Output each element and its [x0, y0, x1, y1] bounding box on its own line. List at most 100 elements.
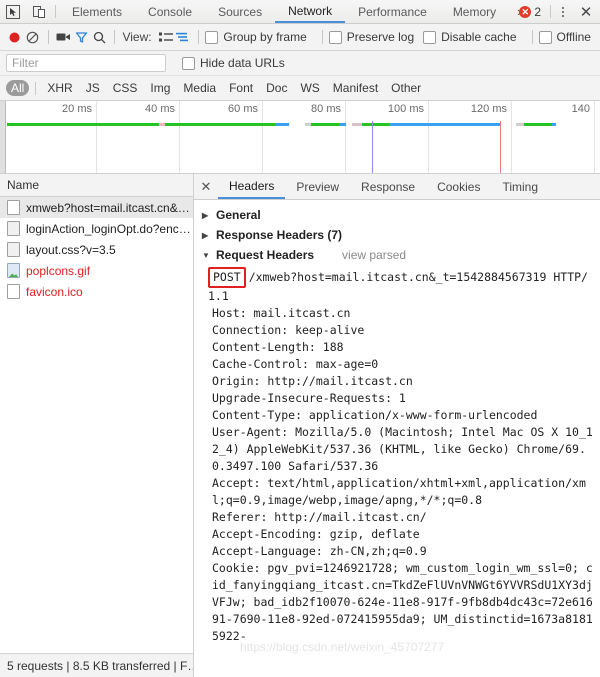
search-input[interactable]: Filter: [6, 54, 166, 72]
tab-label: Sources: [218, 5, 262, 19]
overview-gridline: [262, 101, 263, 173]
close-details-icon[interactable]: ✕: [194, 174, 218, 199]
toolbar-divider-2: [114, 30, 115, 44]
filter-row: Filter Hide data URLs: [0, 51, 600, 76]
overview-gridline: [345, 101, 346, 173]
request-name: layout.css?v=3.5: [26, 243, 116, 257]
type-filter-media[interactable]: Media: [178, 80, 221, 96]
toolbar-divider-1: [48, 30, 49, 44]
inspect-cursor-icon[interactable]: [0, 0, 26, 23]
search-icon[interactable]: [91, 25, 109, 49]
type-filter-other[interactable]: Other: [386, 80, 426, 96]
type-filter-divider: [35, 82, 36, 95]
preserve-log-checkbox[interactable]: Preserve log: [329, 30, 414, 44]
record-icon[interactable]: [6, 25, 24, 49]
tab-headers[interactable]: Headers: [218, 174, 285, 199]
toolbar-divider-3: [198, 30, 199, 44]
view-parsed-link[interactable]: view parsed: [342, 248, 406, 262]
tabstrip-divider-2: [550, 5, 551, 18]
type-filter-img[interactable]: Img: [145, 80, 175, 96]
chevron-right-icon: ▶: [202, 231, 210, 240]
device-toolbar-icon[interactable]: [26, 0, 52, 23]
overview-request-bar: [362, 123, 389, 126]
type-filter-manifest[interactable]: Manifest: [328, 80, 383, 96]
section-title: General: [216, 208, 261, 222]
overview-request-bar: [165, 123, 275, 126]
tab-console[interactable]: Console: [135, 0, 205, 23]
overview-request-bar: [389, 123, 501, 126]
chevron-down-icon: ▼: [202, 251, 210, 260]
type-filter-ws[interactable]: WS: [295, 80, 324, 96]
offline-checkbox[interactable]: Offline: [539, 30, 591, 44]
type-filter-css[interactable]: CSS: [108, 80, 143, 96]
clear-icon[interactable]: [24, 25, 42, 49]
devtools-window: Elements Console Sources Network Perform…: [0, 0, 600, 677]
overview-event-line: [500, 121, 501, 173]
capture-screenshots-icon[interactable]: [55, 25, 73, 49]
tab-label: Elements: [72, 5, 122, 19]
overview-tick-label: 80 ms: [311, 103, 345, 115]
overview-request-bar: [352, 123, 362, 126]
checkbox-label: Offline: [557, 30, 591, 44]
tab-preview[interactable]: Preview: [285, 174, 350, 199]
tab-performance[interactable]: Performance: [345, 0, 440, 23]
overview-gridline: [179, 101, 180, 173]
waterfall-view-icon[interactable]: [174, 25, 192, 49]
request-name: xmweb?host=mail.itcast.cn&…: [26, 201, 190, 215]
type-filter-all[interactable]: All: [6, 80, 29, 96]
section-request-headers[interactable]: ▼ Request Headers view parsed: [194, 245, 600, 265]
request-list-pane: Name xmweb?host=mail.itcast.cn&… loginAc…: [0, 174, 194, 677]
hide-data-urls-checkbox[interactable]: Hide data URLs: [182, 56, 285, 70]
error-count-badge[interactable]: ✕ 2: [513, 0, 547, 23]
table-row[interactable]: loginAction_loginOpt.do?enc…: [0, 218, 193, 239]
checkbox-label: Hide data URLs: [200, 56, 285, 70]
overview-tick-label: 40 ms: [145, 103, 179, 115]
document-icon: [7, 221, 20, 236]
tab-label: Performance: [358, 5, 427, 19]
group-by-frame-checkbox[interactable]: Group by frame: [205, 30, 306, 44]
overview-gridline: [511, 101, 512, 173]
error-circle-x-icon: ✕: [519, 6, 531, 18]
tab-sources[interactable]: Sources: [205, 0, 275, 23]
filter-funnel-icon[interactable]: [73, 25, 91, 49]
tab-memory[interactable]: Memory: [440, 0, 509, 23]
type-filter-font[interactable]: Font: [224, 80, 258, 96]
tab-elements[interactable]: Elements: [59, 0, 135, 23]
tab-response[interactable]: Response: [350, 174, 426, 199]
view-label: View:: [122, 30, 151, 44]
request-url-line: /xmweb?host=mail.itcast.cn&_t=1542884567…: [208, 270, 588, 303]
headers-content: ▶ General ▶ Response Headers (7) ▼ Reque…: [194, 200, 600, 677]
overview-event-line: [372, 121, 373, 173]
request-line: POST/xmweb?host=mail.itcast.cn&_t=154288…: [194, 265, 600, 305]
list-view-icon[interactable]: [157, 25, 175, 49]
section-response-headers[interactable]: ▶ Response Headers (7): [194, 225, 600, 245]
kebab-menu-icon[interactable]: [554, 7, 572, 17]
network-status-bar: 5 requests | 8.5 KB transferred | F…: [0, 653, 193, 677]
overview-request-bar: [524, 123, 552, 126]
tab-network[interactable]: Network: [275, 0, 345, 23]
overview-request-bar: [7, 123, 159, 126]
request-details-pane: ✕ Headers Preview Response Cookies Timin…: [194, 174, 600, 677]
tab-timing[interactable]: Timing: [491, 174, 549, 199]
filter-placeholder: Filter: [12, 56, 39, 70]
overview-gridline: [428, 101, 429, 173]
overview-request-bar: [339, 123, 346, 126]
document-icon: [7, 284, 20, 299]
table-row[interactable]: poplcons.gif: [0, 260, 193, 281]
type-filter-doc[interactable]: Doc: [261, 80, 292, 96]
network-overview-timeline[interactable]: 20 ms40 ms60 ms80 ms100 ms120 ms140: [0, 101, 600, 174]
table-row[interactable]: layout.css?v=3.5: [0, 239, 193, 260]
type-filter-xhr[interactable]: XHR: [42, 80, 77, 96]
table-row[interactable]: favicon.ico: [0, 281, 193, 302]
error-count-label: 2: [534, 5, 541, 19]
column-header-name[interactable]: Name: [0, 174, 193, 197]
request-method-badge: POST: [208, 267, 246, 288]
overview-left-handle[interactable]: [0, 101, 6, 173]
disable-cache-checkbox[interactable]: Disable cache: [423, 30, 516, 44]
section-general[interactable]: ▶ General: [194, 205, 600, 225]
close-devtools-icon[interactable]: ✕: [572, 3, 600, 21]
type-filter-js[interactable]: JS: [81, 80, 105, 96]
toolbar-divider-4: [322, 30, 323, 44]
tab-cookies[interactable]: Cookies: [426, 174, 491, 199]
table-row[interactable]: xmweb?host=mail.itcast.cn&…: [0, 197, 193, 218]
